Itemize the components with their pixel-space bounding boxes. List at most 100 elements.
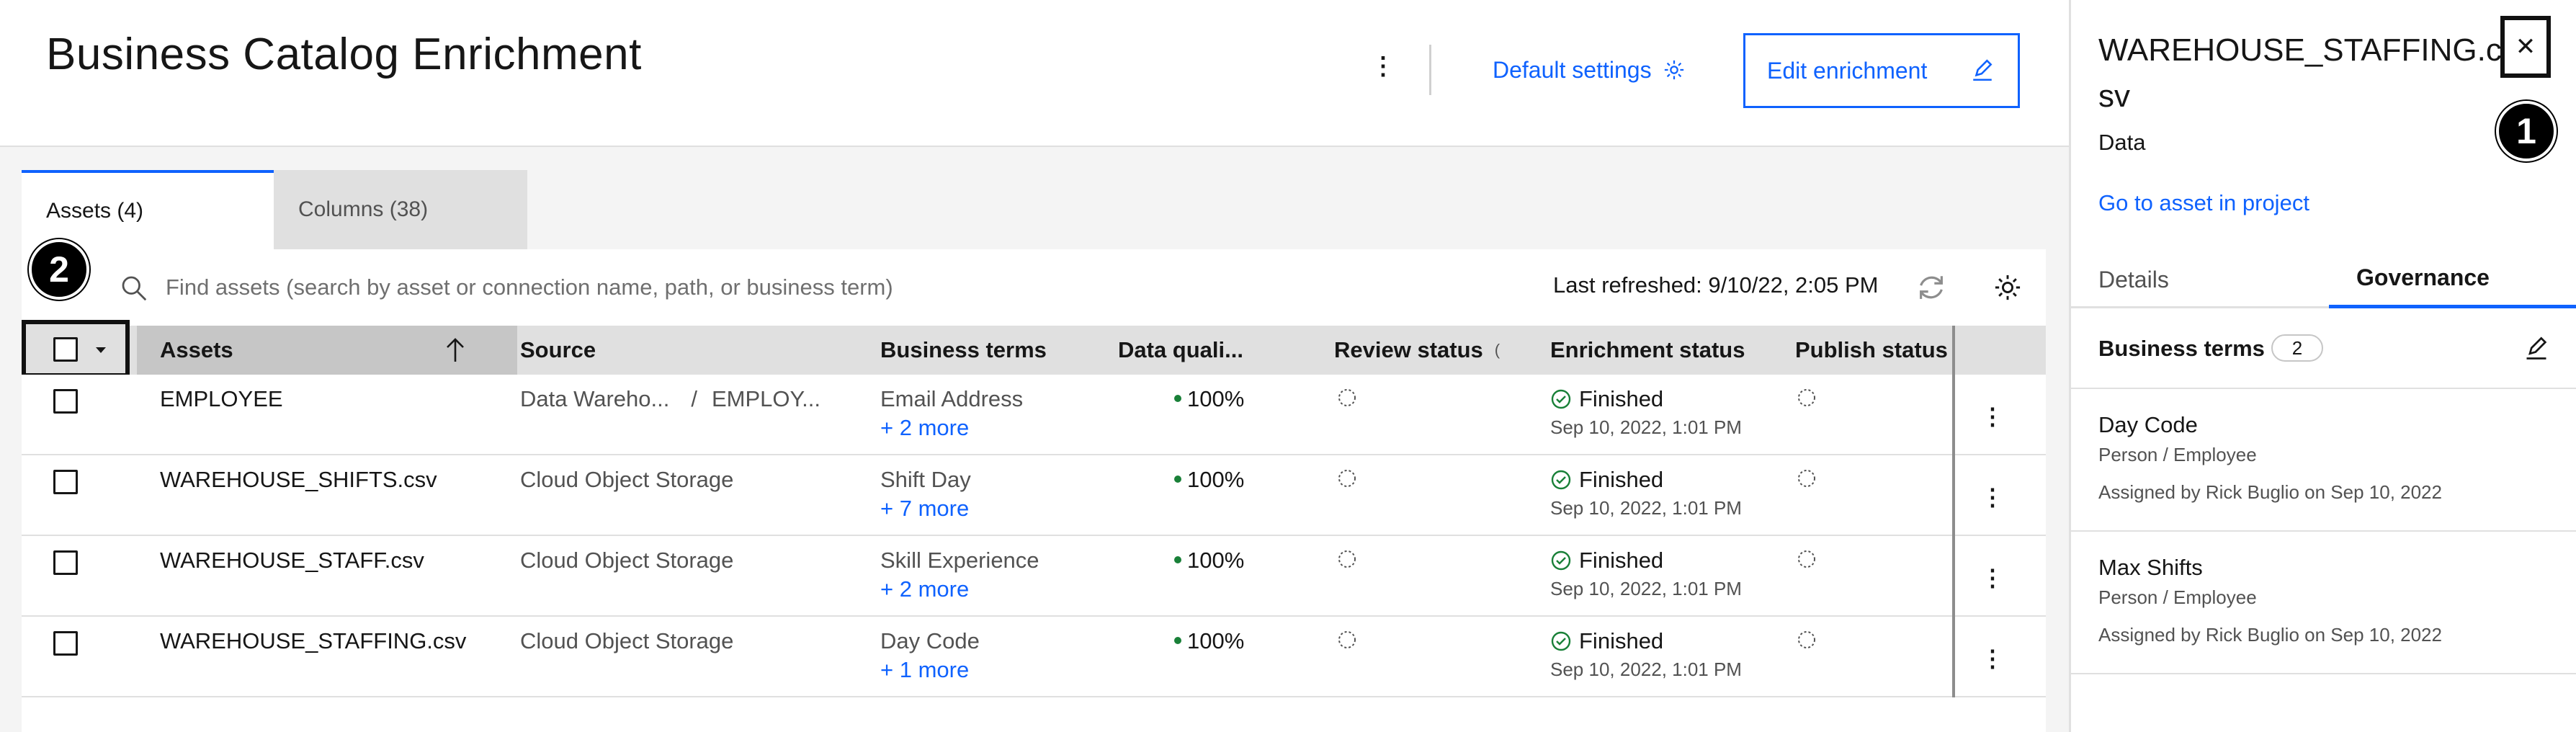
more-terms-link[interactable]: + 2 more xyxy=(880,415,969,441)
row-overflow-menu-icon[interactable]: ⋮ xyxy=(1978,562,2007,594)
asset-name[interactable]: EMPLOYEE xyxy=(160,386,283,412)
source-primary: Cloud Object Storage xyxy=(520,467,734,492)
tab-governance[interactable]: Governance xyxy=(2329,251,2576,308)
column-header-enrichment-status[interactable]: Enrichment status xyxy=(1550,326,1745,375)
more-terms-link[interactable]: + 1 more xyxy=(880,657,969,683)
business-term-item[interactable]: Day Code Person / Employee Assigned by R… xyxy=(2071,389,2576,532)
source-path: Cloud Object Storage xyxy=(520,467,769,493)
edit-pencil-icon[interactable] xyxy=(2523,336,2549,362)
term-name: Day Code xyxy=(2098,412,2198,437)
enrichment-status-text: Finished xyxy=(1579,386,1664,411)
search-input[interactable] xyxy=(166,267,1246,308)
publish-status-pending-icon xyxy=(1798,631,1815,648)
asset-name[interactable]: WAREHOUSE_STAFFING.csv xyxy=(160,628,466,654)
table-row[interactable]: WAREHOUSE_STAFFING.csv Cloud Object Stora… xyxy=(22,617,2046,697)
gear-icon xyxy=(1664,60,1683,80)
tab-details[interactable]: Details xyxy=(2098,251,2169,308)
row-overflow-menu-icon[interactable]: ⋮ xyxy=(1978,643,2007,674)
source-primary: Cloud Object Storage xyxy=(520,628,734,653)
checkmark-circle-icon xyxy=(1551,550,1571,571)
column-header-assets[interactable]: Assets xyxy=(160,326,233,375)
business-term: Shift Day xyxy=(880,467,971,492)
page-header: Business Catalog Enrichment ⋮ Default se… xyxy=(0,0,2069,147)
term-path: Person / Employee xyxy=(2098,444,2257,465)
row-overflow-menu-icon[interactable]: ⋮ xyxy=(1978,481,2007,513)
tab-assets[interactable]: Assets (4) xyxy=(22,170,274,249)
table-row[interactable]: WAREHOUSE_SHIFTS.csv Cloud Object Storage… xyxy=(22,455,2046,536)
row-checkbox[interactable] xyxy=(53,389,78,414)
table-row[interactable]: WAREHOUSE_STAFF.csv Cloud Object Storage S… xyxy=(22,536,2046,617)
review-status-pending-icon xyxy=(1338,631,1356,648)
asset-name[interactable]: WAREHOUSE_SHIFTS.csv xyxy=(160,467,437,493)
edit-enrichment-label: Edit enrichment xyxy=(1767,57,1928,84)
page-title: Business Catalog Enrichment xyxy=(46,30,642,79)
asset-name[interactable]: WAREHOUSE_STAFF.csv xyxy=(160,548,424,573)
column-header-source[interactable]: Source xyxy=(520,326,596,375)
business-term-item[interactable]: Max Shifts Person / Employee Assigned by… xyxy=(2071,532,2576,674)
row-checkbox[interactable] xyxy=(53,550,78,575)
publish-status-pending-icon xyxy=(1798,470,1815,487)
enrichment-status: Finished xyxy=(1550,467,1663,493)
enrichment-status: Finished xyxy=(1550,386,1663,412)
callout-badge-2: 2 xyxy=(29,239,89,300)
asset-tabs: Assets (4) Columns (38) xyxy=(22,170,527,249)
header-divider xyxy=(1429,45,1431,95)
business-terms-count-badge: 2 xyxy=(2271,334,2323,362)
overflow-menu-icon[interactable]: ⋮ xyxy=(1369,50,1397,82)
column-header-publish-status[interactable]: Publish status xyxy=(1795,326,1948,375)
data-quality-percent: 100% xyxy=(1187,386,1245,411)
table-toolbar: Last refreshed: 9/10/22, 2:05 PM xyxy=(22,249,2046,326)
source-path: Cloud Object Storage xyxy=(520,548,769,573)
panel-tabs: Details Governance xyxy=(2071,251,2576,308)
data-quality-value: 100% xyxy=(1174,548,1244,573)
assets-table-container: Last refreshed: 9/10/22, 2:05 PM Assets … xyxy=(22,239,2046,732)
select-all-checkbox[interactable] xyxy=(53,337,78,362)
term-path: Person / Employee xyxy=(2098,586,2257,608)
checkmark-circle-icon xyxy=(1551,470,1571,490)
data-quality-percent: 100% xyxy=(1187,628,1245,653)
review-status-pending-icon xyxy=(1338,550,1356,568)
enrichment-date: Sep 10, 2022, 1:01 PM xyxy=(1550,416,1742,438)
enrichment-date: Sep 10, 2022, 1:01 PM xyxy=(1550,659,1742,680)
sort-ascending-arrow-icon[interactable] xyxy=(442,336,468,365)
row-checkbox[interactable] xyxy=(53,470,78,494)
default-settings-link[interactable]: Default settings xyxy=(1493,52,1685,88)
tab-columns[interactable]: Columns (38) xyxy=(274,170,527,249)
table-settings-gear-icon[interactable] xyxy=(1993,272,2023,303)
edit-enrichment-button[interactable]: Edit enrichment xyxy=(1743,33,2020,108)
column-header-review-status[interactable]: Review status ( xyxy=(1334,326,1500,375)
truncation-paren-icon: ( xyxy=(1494,341,1501,359)
close-icon[interactable]: ✕ xyxy=(2500,16,2551,78)
panel-asset-title: WAREHOUSE_STAFFING.csv xyxy=(2098,32,2502,114)
go-to-asset-link[interactable]: Go to asset in project xyxy=(2098,190,2309,216)
business-terms-section-header: Business terms 2 xyxy=(2071,311,2576,389)
enrichment-date: Sep 10, 2022, 1:01 PM xyxy=(1550,578,1742,599)
business-term: Skill Experience xyxy=(880,548,1039,573)
quality-indicator-dot xyxy=(1174,475,1181,483)
chevron-down-icon[interactable] xyxy=(92,343,109,357)
select-all-control[interactable] xyxy=(22,320,130,378)
source-path: Data Wareho... / EMPLOY... xyxy=(520,386,820,412)
table-header: Assets Source Business terms Data quali.… xyxy=(22,320,2046,378)
checkmark-circle-icon xyxy=(1551,631,1571,651)
column-header-business-terms[interactable]: Business terms xyxy=(880,326,1047,375)
term-assigned-by: Assigned by Rick Buglio on Sep 10, 2022 xyxy=(2098,481,2442,503)
edit-pencil-icon xyxy=(1973,59,1993,81)
publish-status-pending-icon xyxy=(1798,389,1815,406)
publish-status-pending-icon xyxy=(1798,550,1815,568)
source-primary: Data Wareho... xyxy=(520,386,670,411)
row-checkbox[interactable] xyxy=(53,631,78,656)
refresh-icon[interactable] xyxy=(1915,271,1948,304)
column-header-data-quality[interactable]: Data quali... xyxy=(1118,326,1243,375)
source-path: Cloud Object Storage xyxy=(520,628,769,654)
more-terms-link[interactable]: + 2 more xyxy=(880,576,969,602)
more-terms-link[interactable]: + 7 more xyxy=(880,496,969,522)
quality-indicator-dot xyxy=(1174,394,1181,402)
source-primary: Cloud Object Storage xyxy=(520,548,734,573)
row-overflow-menu-icon[interactable]: ⋮ xyxy=(1978,401,2007,432)
enrichment-date: Sep 10, 2022, 1:01 PM xyxy=(1550,497,1742,519)
sticky-column-divider xyxy=(1952,326,1955,697)
enrichment-status-text: Finished xyxy=(1579,548,1664,573)
enrichment-status: Finished xyxy=(1550,628,1663,654)
table-row[interactable]: EMPLOYEE Data Wareho... / EMPLOY... Email Ad… xyxy=(22,375,2046,455)
